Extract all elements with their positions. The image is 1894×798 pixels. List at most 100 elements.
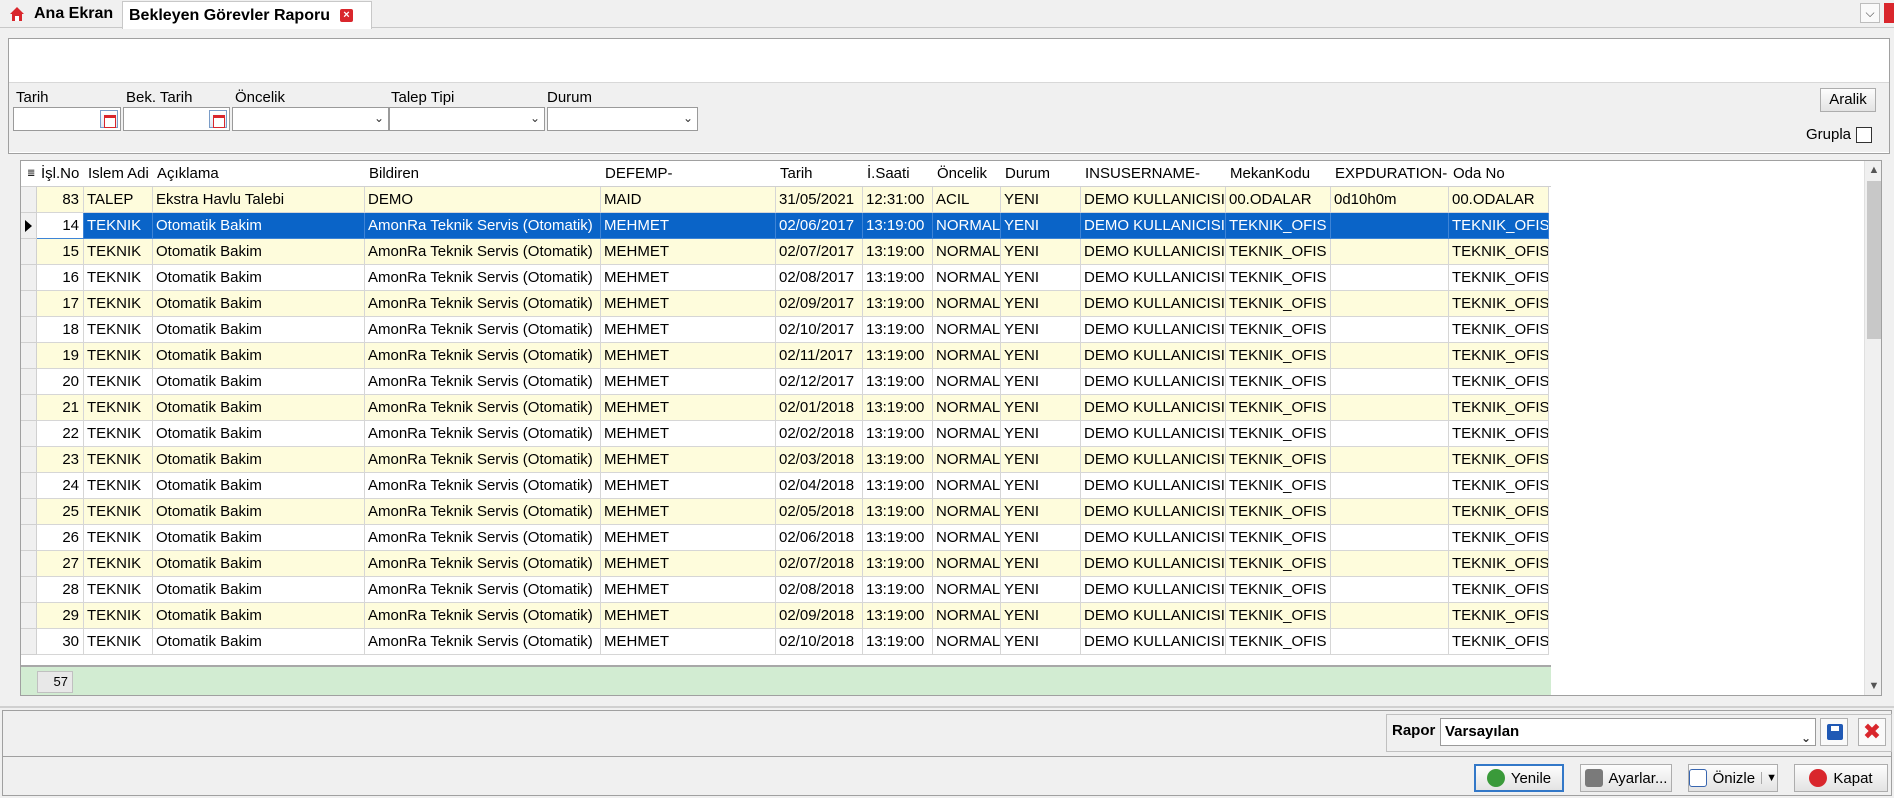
table-cell[interactable]: MEHMET — [601, 447, 776, 473]
table-cell[interactable]: TEKNIK_OFIS — [1226, 551, 1331, 577]
aralik-button[interactable]: Aralik — [1820, 88, 1876, 112]
table-cell[interactable]: 17 — [37, 291, 84, 317]
table-cell[interactable]: AmonRa Teknik Servis (Otomatik) — [365, 421, 601, 447]
bek-tarih-input[interactable] — [123, 107, 230, 131]
tarih-input[interactable] — [13, 107, 121, 131]
table-cell[interactable]: 31/05/2021 — [776, 187, 863, 213]
table-cell[interactable]: TEKNIK_OFIS — [1449, 369, 1549, 395]
table-cell[interactable]: 19 — [37, 343, 84, 369]
table-cell[interactable]: 13:19:00 — [863, 525, 933, 551]
table-cell[interactable]: TEKNIK_OFIS — [1226, 629, 1331, 655]
oncelik-select[interactable]: ⌄ — [232, 107, 389, 131]
table-cell[interactable]: TEKNIK_OFIS — [1226, 473, 1331, 499]
table-cell[interactable]: AmonRa Teknik Servis (Otomatik) — [365, 603, 601, 629]
table-cell[interactable] — [1331, 265, 1449, 291]
table-cell[interactable]: AmonRa Teknik Servis (Otomatik) — [365, 499, 601, 525]
table-cell[interactable]: TEKNIK_OFIS — [1226, 213, 1331, 239]
table-cell[interactable]: 20 — [37, 369, 84, 395]
table-cell[interactable]: MEHMET — [601, 291, 776, 317]
table-row[interactable]: 29 TEKNIK Otomatik Bakim AmonRa Teknik Serv… — [21, 603, 1551, 629]
table-row[interactable]: 30 TEKNIK Otomatik Bakim AmonRa Teknik Serv… — [21, 629, 1551, 655]
tab-close-icon[interactable]: × — [339, 9, 353, 22]
column-header[interactable]: Islem Adi — [84, 161, 153, 187]
table-cell[interactable] — [1331, 629, 1449, 655]
table-cell[interactable]: NORMAL — [933, 239, 1001, 265]
table-cell[interactable]: YENI — [1001, 629, 1081, 655]
durum-select[interactable]: ⌄ — [547, 107, 698, 131]
row-indicator[interactable] — [21, 525, 37, 551]
row-indicator[interactable] — [21, 421, 37, 447]
table-cell[interactable]: TEKNIK_OFIS — [1226, 317, 1331, 343]
table-row[interactable]: 14 TEKNIK Otomatik Bakim AmonRa Teknik Serv… — [21, 213, 1551, 239]
table-row[interactable]: 20 TEKNIK Otomatik Bakim AmonRa Teknik Serv… — [21, 369, 1551, 395]
table-cell[interactable]: AmonRa Teknik Servis (Otomatik) — [365, 317, 601, 343]
table-cell[interactable]: 13:19:00 — [863, 603, 933, 629]
table-cell[interactable]: TEKNIK_OFIS — [1449, 317, 1549, 343]
table-cell[interactable]: MEHMET — [601, 317, 776, 343]
table-cell[interactable]: 12:31:00 — [863, 187, 933, 213]
table-cell[interactable]: Otomatik Bakim — [153, 525, 365, 551]
table-cell[interactable]: MEHMET — [601, 577, 776, 603]
table-cell[interactable]: MEHMET — [601, 395, 776, 421]
column-header[interactable]: DEFEMP- — [601, 161, 776, 187]
table-cell[interactable]: NORMAL — [933, 317, 1001, 343]
table-cell[interactable]: DEMO KULLANICISI — [1081, 499, 1226, 525]
table-cell[interactable]: TEKNIK_OFIS — [1449, 343, 1549, 369]
table-cell[interactable]: 28 — [37, 577, 84, 603]
table-cell[interactable]: TEKNIK — [84, 317, 153, 343]
table-cell[interactable]: 02/08/2018 — [776, 577, 863, 603]
table-cell[interactable]: Otomatik Bakim — [153, 629, 365, 655]
table-cell[interactable] — [1331, 213, 1449, 239]
table-cell[interactable]: TEKNIK — [84, 551, 153, 577]
table-cell[interactable]: TEKNIK_OFIS — [1226, 577, 1331, 603]
row-indicator[interactable] — [21, 473, 37, 499]
table-cell[interactable]: DEMO KULLANICISI — [1081, 525, 1226, 551]
table-cell[interactable]: 27 — [37, 551, 84, 577]
table-cell[interactable]: 13:19:00 — [863, 499, 933, 525]
table-cell[interactable]: TEKNIK_OFIS — [1226, 265, 1331, 291]
calendar-icon[interactable] — [209, 110, 227, 128]
column-header[interactable]: Bildiren — [365, 161, 601, 187]
vertical-scrollbar[interactable]: ▲ ▼ — [1864, 161, 1881, 695]
grupla-checkbox[interactable] — [1856, 127, 1872, 143]
table-cell[interactable]: Otomatik Bakim — [153, 447, 365, 473]
table-cell[interactable]: 13:19:00 — [863, 577, 933, 603]
table-cell[interactable]: DEMO KULLANICISI — [1081, 603, 1226, 629]
table-cell[interactable] — [1331, 291, 1449, 317]
table-cell[interactable]: YENI — [1001, 291, 1081, 317]
row-indicator[interactable] — [21, 239, 37, 265]
table-cell[interactable]: TEKNIK_OFIS — [1449, 291, 1549, 317]
table-cell[interactable]: 14 — [37, 213, 84, 239]
table-cell[interactable] — [1331, 525, 1449, 551]
table-cell[interactable]: YENI — [1001, 603, 1081, 629]
table-cell[interactable]: TEKNIK — [84, 265, 153, 291]
table-cell[interactable]: YENI — [1001, 395, 1081, 421]
row-indicator[interactable] — [21, 499, 37, 525]
table-cell[interactable]: MEHMET — [601, 551, 776, 577]
table-cell[interactable]: TEKNIK — [84, 369, 153, 395]
table-cell[interactable] — [1331, 473, 1449, 499]
column-chooser-icon[interactable]: ≣ — [23, 161, 37, 187]
table-cell[interactable]: ACIL — [933, 187, 1001, 213]
column-header[interactable]: EXPDURATION- — [1331, 161, 1449, 187]
table-cell[interactable]: 02/07/2017 — [776, 239, 863, 265]
table-cell[interactable]: TEKNIK — [84, 343, 153, 369]
table-cell[interactable]: 02/08/2017 — [776, 265, 863, 291]
table-cell[interactable]: 29 — [37, 603, 84, 629]
row-indicator[interactable] — [21, 265, 37, 291]
table-cell[interactable]: NORMAL — [933, 603, 1001, 629]
table-cell[interactable]: MEHMET — [601, 629, 776, 655]
table-cell[interactable]: Otomatik Bakim — [153, 213, 365, 239]
table-cell[interactable]: TEKNIK_OFIS — [1226, 369, 1331, 395]
table-cell[interactable]: TALEP — [84, 187, 153, 213]
table-cell[interactable]: TEKNIK_OFIS — [1449, 473, 1549, 499]
table-cell[interactable]: Otomatik Bakim — [153, 603, 365, 629]
table-cell[interactable]: 24 — [37, 473, 84, 499]
table-cell[interactable]: AmonRa Teknik Servis (Otomatik) — [365, 213, 601, 239]
column-header[interactable]: INSUSERNAME- — [1081, 161, 1226, 187]
row-indicator[interactable] — [21, 577, 37, 603]
table-cell[interactable]: DEMO KULLANICISI — [1081, 187, 1226, 213]
tab-home[interactable]: Ana Ekran — [2, 1, 120, 27]
table-cell[interactable]: 02/10/2017 — [776, 317, 863, 343]
table-row[interactable]: 15 TEKNIK Otomatik Bakim AmonRa Teknik Serv… — [21, 239, 1551, 265]
